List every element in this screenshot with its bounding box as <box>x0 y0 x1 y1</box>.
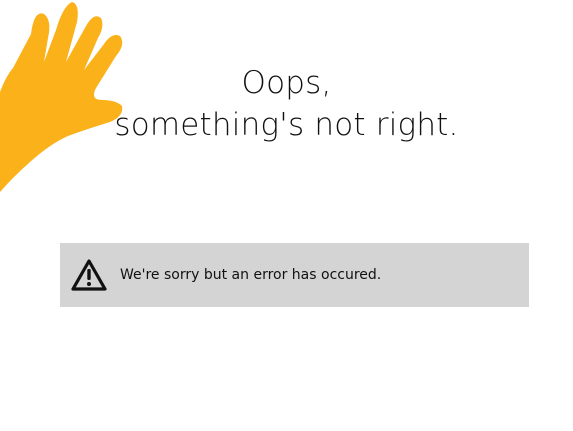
error-message: We're sorry but an error has occured. <box>120 267 382 283</box>
error-alert: We're sorry but an error has occured. <box>60 243 529 307</box>
error-heading: Oops, something's not right. <box>0 62 573 146</box>
heading-line-2: something's not right. <box>114 107 459 143</box>
warning-triangle-icon <box>71 259 107 291</box>
heading-line-1: Oops, <box>241 65 332 101</box>
